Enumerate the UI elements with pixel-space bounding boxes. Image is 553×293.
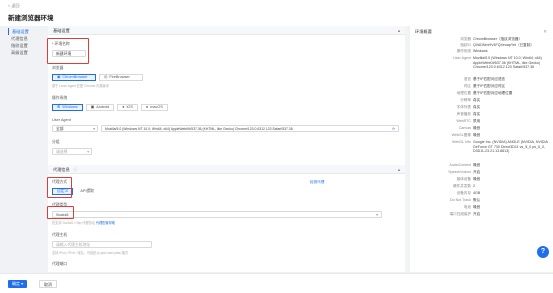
proxy-type-select[interactable]: Socks5 ▾ bbox=[52, 211, 382, 218]
browser-label: 浏览器 bbox=[52, 66, 64, 70]
sidebar-item-proxy[interactable]: 代理信息 bbox=[8, 35, 44, 42]
browser-option-chrome[interactable]: ◉ ChromBrowser bbox=[52, 74, 96, 81]
refresh-icon[interactable]: ⟳ bbox=[390, 126, 395, 131]
proxy-type-hint: 仅支持 Socks5 / Http 代理协议 bbox=[52, 221, 96, 225]
windows-icon: ⊞ bbox=[57, 105, 61, 109]
android-icon: ▣ bbox=[90, 105, 95, 109]
ua-filter-select[interactable]: 全部 ▾ bbox=[52, 125, 98, 132]
highlight-box-type bbox=[47, 206, 74, 219]
os-label: 操作系统 bbox=[52, 96, 68, 100]
ua-input[interactable]: Mozilla/5.0 (Windows NT 10.0; Win64; x64… bbox=[101, 125, 399, 132]
sidebar: 基础设置 代理信息 指纹设置 高级设置 bbox=[8, 28, 44, 56]
proxy-section-header[interactable]: 代理信息 ⓘ ▲ bbox=[48, 165, 406, 174]
proxy-type-label: 代理类型 bbox=[52, 203, 68, 207]
chevron-up-icon[interactable]: ▲ bbox=[397, 26, 401, 35]
scrollbar[interactable] bbox=[405, 26, 408, 272]
ua-field-group: User Agent 全部 ▾ Mozilla/5.0 (Windows NT … bbox=[52, 118, 399, 132]
proxy-port-label: 代理端口 bbox=[52, 262, 68, 266]
info-icon: ⓘ bbox=[72, 167, 78, 172]
check-proxy-link[interactable]: 检测代理 bbox=[310, 180, 324, 185]
ua-label: User Agent bbox=[52, 118, 71, 122]
cancel-button[interactable]: 取消 bbox=[39, 280, 57, 288]
sidebar-item-basic[interactable]: 基础设置 bbox=[8, 28, 44, 35]
confirm-button[interactable]: 确定 ▾ bbox=[8, 280, 28, 288]
basic-section-title: 基础设置 bbox=[53, 28, 70, 33]
firefox-icon: ◎ bbox=[104, 75, 108, 79]
summary-title: 环境概要 bbox=[415, 29, 432, 34]
os-option-android[interactable]: ▣ Android bbox=[85, 104, 115, 111]
help-button[interactable]: ? bbox=[537, 246, 549, 258]
os-option-macos[interactable]: ● macOS bbox=[140, 104, 168, 111]
proxy-host-group: 代理主机 请输入代理主机地址 支持 IPv4 / IPv6 / 域名，可粘贴 i… bbox=[52, 233, 152, 255]
back-link[interactable]: < 返回 bbox=[8, 3, 19, 9]
proxy-type-group: 代理类型 Socks5 ▾ 仅支持 Socks5 / Http 代理协议 代理配… bbox=[52, 203, 382, 225]
proxy-method-api[interactable]: API提取 bbox=[76, 188, 99, 195]
close-icon[interactable]: ✕ bbox=[543, 29, 547, 35]
proxy-help-link[interactable]: 代理配置帮助 bbox=[96, 221, 115, 225]
os-field-group: 操作系统 ⊞ Windows ▣ Android ● iOS ● macOS bbox=[52, 96, 168, 111]
proxy-host-hint: 支持 IPv4 / IPv6 / 域名，可粘贴 ip:port:user:pas… bbox=[52, 251, 129, 255]
os-option-ios[interactable]: ● iOS bbox=[117, 104, 138, 111]
footer-bar: 确定 ▾ 取消 bbox=[0, 273, 553, 293]
group-label: 分组 bbox=[52, 140, 60, 144]
top-bar: < 返回 新建浏览器环境 bbox=[0, 0, 553, 26]
browser-field-group: 浏览器 ◉ ChromBrowser ◎ FireBrowser 基于 Lwan A… bbox=[52, 66, 143, 88]
chevron-down-icon: ▾ bbox=[93, 127, 95, 131]
highlight-box-method bbox=[47, 177, 72, 198]
chevron-down-icon: ▾ bbox=[376, 213, 378, 217]
chevron-down-icon: ▾ bbox=[21, 281, 24, 286]
group-field-group: 分组 请选择 ▾ bbox=[52, 140, 92, 155]
browser-option-firefox[interactable]: ◎ FireBrowser bbox=[99, 74, 143, 81]
basic-section-header[interactable]: 基础设置 ▲ bbox=[48, 26, 406, 35]
apple-icon: ● bbox=[145, 105, 149, 109]
sidebar-item-advanced[interactable]: 高级设置 bbox=[8, 49, 44, 56]
chevron-down-icon: ▾ bbox=[87, 150, 89, 154]
chevron-up-icon[interactable]: ▲ bbox=[397, 165, 401, 174]
proxy-section-title: 代理信息 bbox=[53, 167, 70, 172]
chrome-icon: ◉ bbox=[57, 75, 61, 79]
proxy-host-label: 代理主机 bbox=[52, 233, 68, 237]
os-option-windows[interactable]: ⊞ Windows bbox=[52, 104, 83, 111]
page-title: 新建浏览器环境 bbox=[8, 15, 54, 22]
group-select[interactable]: 请选择 ▾ bbox=[52, 148, 92, 155]
proxy-host-input[interactable]: 请输入代理主机地址 bbox=[52, 241, 152, 248]
sidebar-item-fingerprint[interactable]: 指纹设置 bbox=[8, 42, 44, 49]
apple-icon: ● bbox=[122, 105, 125, 109]
summary-panel: 环境概要 ✕ 浏览器 ChromBrowser（指纹浏览器） 指纹ID QVADNm… bbox=[410, 26, 553, 272]
proxy-port-group: 代理端口 bbox=[52, 262, 67, 267]
browser-hint: 基于 Lwan Agent 匹配 Chrome 内核版本 bbox=[52, 84, 110, 88]
highlight-box-name bbox=[47, 38, 89, 64]
